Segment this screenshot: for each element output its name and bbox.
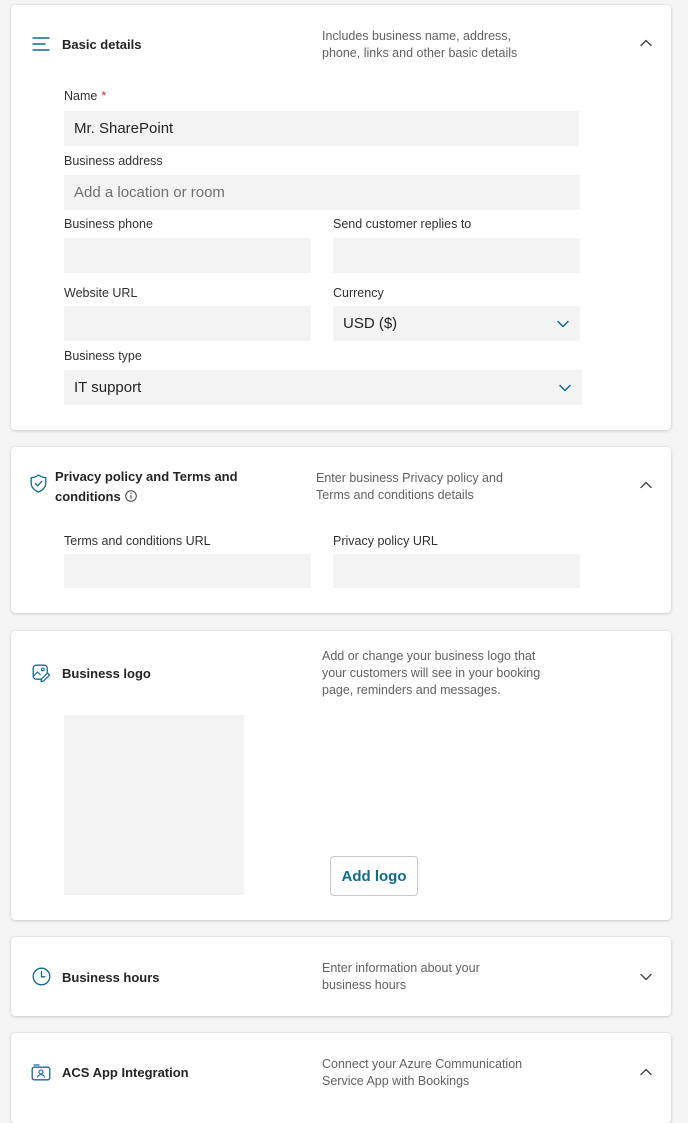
business-type-value: IT support [74, 379, 142, 396]
currency-value: USD ($) [343, 315, 398, 332]
chevron-down-icon[interactable] [638, 969, 654, 985]
acs-integration-card: ACS App Integration Connect your Azure C… [11, 1033, 671, 1123]
policy-input[interactable] [333, 554, 580, 588]
section-description: Includes business name, address, phone, … [322, 29, 518, 60]
info-icon[interactable] [124, 490, 137, 502]
section-description: Enter information about your business ho… [322, 961, 480, 992]
business-hours-card: Business hours Enter information about y… [11, 937, 671, 1016]
app-integration-icon [31, 1064, 51, 1081]
terms-label: Terms and conditions URL [64, 534, 211, 548]
section-title: Business logo [62, 666, 151, 681]
name-label: Name * [64, 89, 107, 103]
chevron-down-icon [557, 320, 569, 327]
section-description: Add or change your business logo that yo… [322, 649, 541, 697]
business-logo-card: Business logo Add or change your busines… [11, 631, 671, 920]
lines-icon [32, 37, 50, 51]
section-title: Basic details [62, 37, 142, 52]
section-title: Business hours [62, 970, 160, 985]
website-input[interactable] [64, 306, 311, 341]
privacy-card: Privacy policy and Terms and conditions … [11, 447, 671, 613]
terms-input[interactable] [64, 554, 311, 588]
name-input[interactable]: Mr. SharePoint [64, 111, 579, 146]
business-type-dropdown[interactable]: IT support [64, 370, 582, 405]
business-type-label: Business type [64, 349, 142, 363]
phone-label: Business phone [64, 217, 153, 231]
replies-input[interactable] [333, 238, 580, 273]
add-logo-button[interactable]: Add logo [330, 856, 418, 896]
section-title: ACS App Integration [62, 1065, 189, 1080]
address-label: Business address [64, 154, 163, 168]
clock-icon [32, 967, 51, 986]
replies-label: Send customer replies to [333, 217, 472, 231]
section-description: Enter business Privacy policy and Terms … [316, 471, 503, 502]
currency-label: Currency [333, 286, 384, 300]
image-edit-icon [32, 664, 51, 683]
phone-input[interactable] [64, 238, 311, 273]
chevron-up-icon[interactable] [638, 477, 654, 493]
address-input[interactable]: Add a location or room [64, 175, 580, 210]
basic-details-card: Basic details Includes business name, ad… [11, 5, 671, 430]
website-label: Website URL [64, 286, 138, 300]
section-description: Connect your Azure Communication Service… [322, 1057, 523, 1088]
section-title: Privacy policy and Terms and conditions [55, 469, 238, 504]
chevron-down-icon [559, 384, 571, 391]
chevron-up-icon[interactable] [638, 1064, 654, 1080]
logo-preview [64, 715, 244, 895]
currency-dropdown[interactable]: USD ($) [333, 306, 580, 341]
shield-check-icon [30, 474, 47, 493]
policy-label: Privacy policy URL [333, 534, 438, 548]
chevron-up-icon[interactable] [638, 35, 654, 51]
required-mark: * [101, 89, 107, 103]
